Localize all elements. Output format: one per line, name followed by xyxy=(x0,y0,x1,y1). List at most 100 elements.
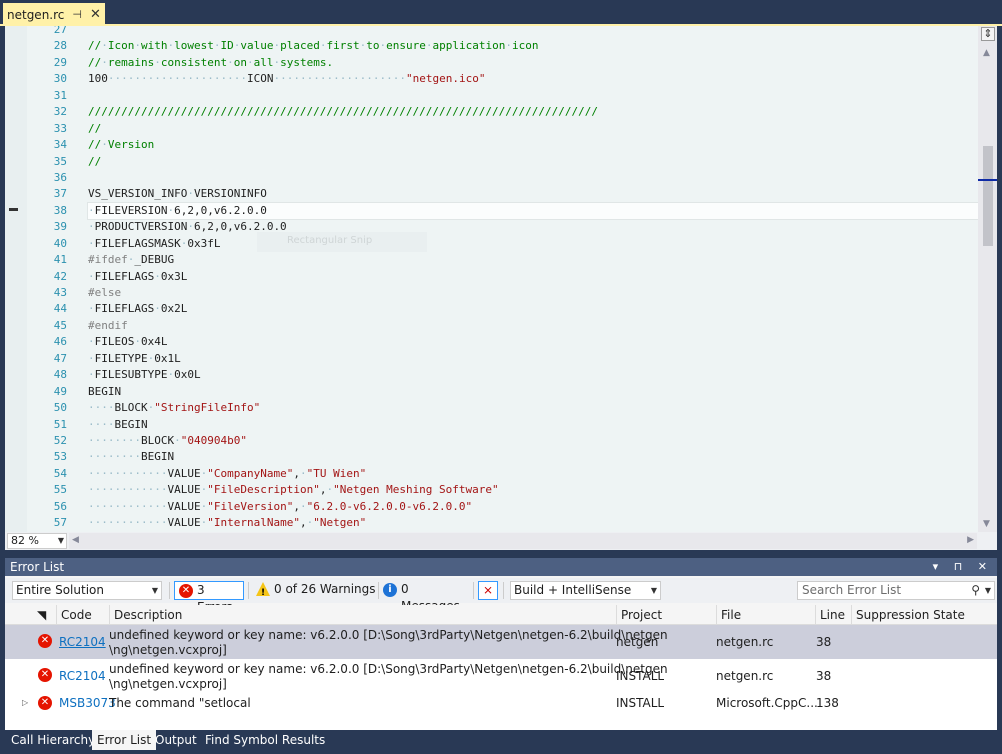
scroll-right-icon[interactable]: ▶ xyxy=(967,535,974,545)
code-line[interactable]: VS_VERSION_INFO·VERSIONINFO xyxy=(88,186,978,202)
table-row[interactable]: ▷ ✕ MSB3073 The command "setlocal INSTAL… xyxy=(5,693,997,713)
separator xyxy=(473,582,474,599)
code-line[interactable]: ············VALUE·"FileVersion",·"6.2.0-… xyxy=(88,499,978,515)
code-line[interactable]: #ifdef·_DEBUG xyxy=(88,252,978,268)
column-header-code[interactable]: Code xyxy=(56,605,110,625)
tab-error-list[interactable]: Error List xyxy=(92,730,157,750)
code-line[interactable]: //·remains·consistent·on·all·systems. xyxy=(88,55,978,71)
code-lines[interactable]: //·Icon·with·lowest·ID·value·placed·firs… xyxy=(87,26,978,532)
code-line[interactable]: ····BEGIN xyxy=(88,417,978,433)
search-error-list-input[interactable]: Search Error List ⚲ ▼ xyxy=(797,581,995,600)
line-number: 28 xyxy=(53,39,67,53)
code-line[interactable]: #endif xyxy=(88,318,978,334)
tab-call-hierarchy[interactable]: Call Hierarchy xyxy=(6,730,100,750)
vertical-scrollbar[interactable]: ⇕ ▲ ▼ xyxy=(978,26,997,532)
code-line[interactable]: 100·····················ICON············… xyxy=(88,71,978,87)
close-icon[interactable]: ✕ xyxy=(90,7,101,22)
error-icon: ✕ xyxy=(179,584,193,598)
code-line[interactable] xyxy=(88,170,978,186)
code-line[interactable]: ············VALUE·"CompanyName",·"TU Wie… xyxy=(88,466,978,482)
code-line[interactable]: //·Version xyxy=(88,137,978,153)
tab-output[interactable]: Output xyxy=(150,730,202,750)
search-icon[interactable]: ⚲ xyxy=(971,582,980,599)
code-editor[interactable]: 27 28 29 30 31 32 33 34 35 36 37 38 39 40 41 42 43 44 45 46… xyxy=(5,26,997,550)
code-line[interactable]: BEGIN xyxy=(88,384,978,400)
expand-icon[interactable]: ▷ xyxy=(22,698,28,707)
scope-select[interactable]: Entire Solution ▼ xyxy=(12,581,162,600)
build-filter-select[interactable]: Build + IntelliSense ▼ xyxy=(510,581,661,600)
code-line[interactable]: ·PRODUCTVERSION·6,2,0,v6.2.0.0 xyxy=(88,219,978,235)
code-line[interactable]: ·FILEFLAGSMASK·0x3fL xyxy=(88,236,978,252)
code-line[interactable]: // xyxy=(88,154,978,170)
scroll-thumb[interactable] xyxy=(983,146,993,246)
line-number: 54 xyxy=(53,466,67,480)
code-line[interactable]: ////////////////////////////////////////… xyxy=(88,104,978,120)
error-code-link[interactable]: RC2104 xyxy=(59,668,106,684)
line-number: 57 xyxy=(53,516,67,530)
code-line[interactable]: ·FILESUBTYPE·0x0L xyxy=(88,367,978,383)
error-grid-body: ✕ RC2104 undefined keyword or key name: … xyxy=(5,625,997,730)
scope-value: Entire Solution xyxy=(16,583,104,597)
horizontal-scrollbar[interactable]: ◀ ▶ xyxy=(69,533,977,549)
search-placeholder: Search Error List xyxy=(802,583,902,597)
error-file: Microsoft.CppC... xyxy=(716,696,818,710)
error-project: netgen xyxy=(616,635,659,649)
line-number: 42 xyxy=(53,269,67,283)
messages-filter-button[interactable]: i 0 Messages xyxy=(379,581,469,613)
column-header-project[interactable]: Project xyxy=(616,605,716,625)
column-header-file[interactable]: File xyxy=(716,605,815,625)
pin-icon[interactable]: ⊣ xyxy=(72,8,82,21)
code-line[interactable]: ·FILEVERSION·6,2,0,v6.2.0.0 xyxy=(87,201,978,221)
error-line: 38 xyxy=(816,635,832,649)
code-line[interactable] xyxy=(88,88,978,104)
code-line[interactable]: // xyxy=(88,121,978,137)
code-line[interactable]: ········BEGIN xyxy=(88,449,978,465)
separator xyxy=(169,582,170,599)
line-number: 43 xyxy=(53,286,67,299)
zoom-select[interactable]: 82 % ▼ xyxy=(7,533,67,549)
panel-window-buttons[interactable]: ▾ ⊓ ✕ xyxy=(933,558,993,576)
tool-window-tabs: Call Hierarchy Error List Output Find Sy… xyxy=(0,730,1002,754)
info-icon: i xyxy=(383,583,397,597)
scroll-down-icon[interactable]: ▼ xyxy=(983,519,990,529)
code-line[interactable]: ············VALUE·"InternalName",·"Netge… xyxy=(88,515,978,531)
error-line: 138 xyxy=(816,696,839,710)
table-row[interactable]: ✕ RC2104 undefined keyword or key name: … xyxy=(5,625,997,659)
warnings-filter-button[interactable]: ! 0 of 26 Warnings xyxy=(252,581,376,600)
chevron-down-icon[interactable]: ▼ xyxy=(985,582,991,599)
tab-netgen-rc[interactable]: netgen.rc ⊣ ✕ xyxy=(3,3,105,24)
code-line[interactable]: ············VALUE·"FileDescription",·"Ne… xyxy=(88,482,978,498)
code-line[interactable]: ····BLOCK·"StringFileInfo" xyxy=(88,400,978,416)
line-number: 37 xyxy=(53,187,67,201)
error-code-link[interactable]: RC2104 xyxy=(59,634,106,650)
column-header-suppression-state[interactable]: Suppression State xyxy=(851,605,997,625)
code-line[interactable]: ········BLOCK·"040904b0" xyxy=(88,433,978,449)
line-numbers: 27 28 29 30 31 32 33 34 35 36 37 38 39 40 41 42 43 44 45 46… xyxy=(27,26,67,532)
line-number: 41 xyxy=(53,253,67,267)
scroll-left-icon[interactable]: ◀ xyxy=(72,535,79,545)
editor-bottom-bar: 82 % ▼ ◀ ▶ xyxy=(5,532,997,550)
line-number: 52 xyxy=(53,433,67,447)
error-code-link[interactable]: MSB3073 xyxy=(59,695,116,711)
code-line[interactable]: ·FILETYPE·0x1L xyxy=(88,351,978,367)
table-row[interactable]: ✕ RC2104 undefined keyword or key name: … xyxy=(5,659,997,693)
code-line[interactable]: //·Icon·with·lowest·ID·value·placed·firs… xyxy=(88,38,978,54)
code-line[interactable]: #else xyxy=(88,285,978,301)
error-file: netgen.rc xyxy=(716,635,774,649)
code-line[interactable]: ·FILEOS·0x4L xyxy=(88,334,978,350)
column-header-line[interactable]: Line xyxy=(815,605,851,625)
scroll-up-icon[interactable]: ▲ xyxy=(983,48,990,58)
column-header-description[interactable]: Description xyxy=(109,605,616,625)
tab-find-symbol-results[interactable]: Find Symbol Results xyxy=(200,730,330,750)
clear-filter-icon[interactable]: ⨯ xyxy=(478,581,498,600)
split-icon[interactable]: ⇕ xyxy=(981,27,995,41)
code-area[interactable]: 27 28 29 30 31 32 33 34 35 36 37 38 39 40 41 42 43 44 45 46… xyxy=(5,26,978,532)
code-line[interactable]: ·FILEFLAGS·0x3L xyxy=(88,269,978,285)
code-line[interactable]: ·FILEFLAGS·0x2L xyxy=(88,301,978,317)
error-description: undefined keyword or key name: v6.2.0.0 … xyxy=(109,662,668,676)
sort-column-header[interactable]: ◥ xyxy=(33,605,55,625)
errors-filter-button[interactable]: ✕ 3 Errors xyxy=(174,581,244,614)
panel-title: Error List xyxy=(10,560,65,574)
snip-tooltip: Rectangular Snip xyxy=(257,232,427,252)
code-line[interactable] xyxy=(88,26,978,38)
